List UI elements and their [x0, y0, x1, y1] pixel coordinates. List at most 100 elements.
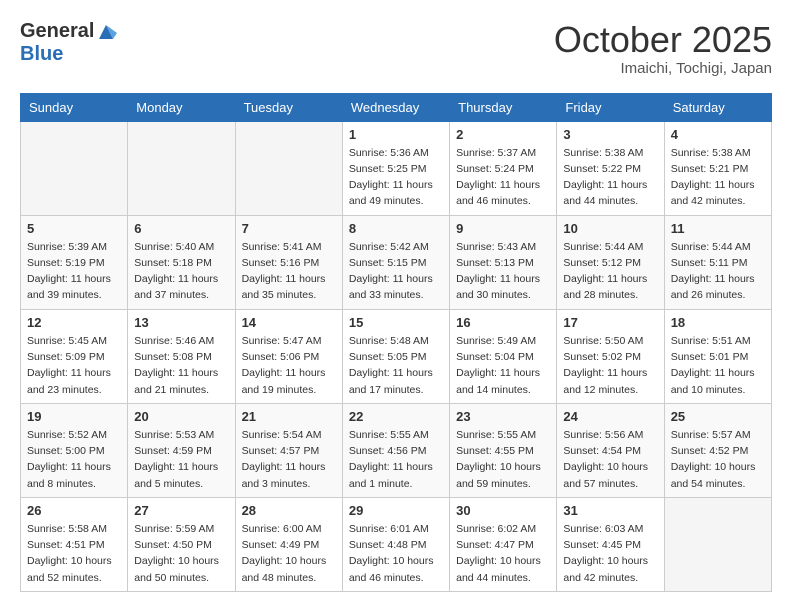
day-number: 29 — [349, 503, 443, 518]
calendar-week-4: 19 Sunrise: 5:52 AM Sunset: 5:00 PM Dayli… — [21, 403, 772, 497]
day-info: Sunrise: 5:55 AM Sunset: 4:56 PM Dayligh… — [349, 427, 443, 492]
day-info: Sunrise: 5:49 AM Sunset: 5:04 PM Dayligh… — [456, 333, 550, 398]
calendar-cell: 26 Sunrise: 5:58 AM Sunset: 4:51 PM Dayli… — [21, 497, 128, 591]
calendar-cell: 13 Sunrise: 5:46 AM Sunset: 5:08 PM Dayli… — [128, 309, 235, 403]
day-info: Sunrise: 5:44 AM Sunset: 5:11 PM Dayligh… — [671, 239, 765, 304]
day-info: Sunrise: 5:46 AM Sunset: 5:08 PM Dayligh… — [134, 333, 228, 398]
day-info: Sunrise: 5:40 AM Sunset: 5:18 PM Dayligh… — [134, 239, 228, 304]
day-info: Sunrise: 5:52 AM Sunset: 5:00 PM Dayligh… — [27, 427, 121, 492]
day-info: Sunrise: 5:45 AM Sunset: 5:09 PM Dayligh… — [27, 333, 121, 398]
calendar-cell: 10 Sunrise: 5:44 AM Sunset: 5:12 PM Dayli… — [557, 215, 664, 309]
day-info: Sunrise: 5:48 AM Sunset: 5:05 PM Dayligh… — [349, 333, 443, 398]
header-thursday: Thursday — [450, 93, 557, 121]
calendar-cell: 27 Sunrise: 5:59 AM Sunset: 4:50 PM Dayli… — [128, 497, 235, 591]
day-number: 28 — [242, 503, 336, 518]
calendar-cell: 7 Sunrise: 5:41 AM Sunset: 5:16 PM Daylig… — [235, 215, 342, 309]
day-number: 4 — [671, 127, 765, 142]
day-number: 25 — [671, 409, 765, 424]
calendar-cell: 8 Sunrise: 5:42 AM Sunset: 5:15 PM Daylig… — [342, 215, 449, 309]
header-saturday: Saturday — [664, 93, 771, 121]
header-monday: Monday — [128, 93, 235, 121]
day-info: Sunrise: 5:47 AM Sunset: 5:06 PM Dayligh… — [242, 333, 336, 398]
day-number: 5 — [27, 221, 121, 236]
day-number: 27 — [134, 503, 228, 518]
day-number: 18 — [671, 315, 765, 330]
header-friday: Friday — [557, 93, 664, 121]
header-tuesday: Tuesday — [235, 93, 342, 121]
day-info: Sunrise: 5:36 AM Sunset: 5:25 PM Dayligh… — [349, 145, 443, 210]
calendar-cell: 25 Sunrise: 5:57 AM Sunset: 4:52 PM Dayli… — [664, 403, 771, 497]
calendar-cell: 19 Sunrise: 5:52 AM Sunset: 5:00 PM Dayli… — [21, 403, 128, 497]
day-info: Sunrise: 5:53 AM Sunset: 4:59 PM Dayligh… — [134, 427, 228, 492]
month-title: October 2025 — [554, 20, 772, 60]
day-number: 26 — [27, 503, 121, 518]
calendar-header-row: SundayMondayTuesdayWednesdayThursdayFrid… — [21, 93, 772, 121]
logo-text: General — [20, 20, 117, 43]
location: Imaichi, Tochigi, Japan — [554, 60, 772, 77]
day-info: Sunrise: 6:00 AM Sunset: 4:49 PM Dayligh… — [242, 521, 336, 586]
day-number: 21 — [242, 409, 336, 424]
header-sunday: Sunday — [21, 93, 128, 121]
calendar-cell: 11 Sunrise: 5:44 AM Sunset: 5:11 PM Dayli… — [664, 215, 771, 309]
day-info: Sunrise: 5:43 AM Sunset: 5:13 PM Dayligh… — [456, 239, 550, 304]
day-number: 13 — [134, 315, 228, 330]
day-info: Sunrise: 5:37 AM Sunset: 5:24 PM Dayligh… — [456, 145, 550, 210]
day-number: 20 — [134, 409, 228, 424]
logo: General Blue — [20, 20, 117, 65]
calendar-cell: 22 Sunrise: 5:55 AM Sunset: 4:56 PM Dayli… — [342, 403, 449, 497]
calendar-week-5: 26 Sunrise: 5:58 AM Sunset: 4:51 PM Dayli… — [21, 497, 772, 591]
calendar-cell: 9Sunrise: 5:43 AM Sunset: 5:13 PM Daylig… — [450, 215, 557, 309]
day-number: 24 — [563, 409, 657, 424]
calendar-cell: 4Sunrise: 5:38 AM Sunset: 5:21 PM Daylig… — [664, 121, 771, 215]
day-info: Sunrise: 5:54 AM Sunset: 4:57 PM Dayligh… — [242, 427, 336, 492]
day-info: Sunrise: 5:42 AM Sunset: 5:15 PM Dayligh… — [349, 239, 443, 304]
day-number: 11 — [671, 221, 765, 236]
day-number: 1 — [349, 127, 443, 142]
calendar-cell: 20 Sunrise: 5:53 AM Sunset: 4:59 PM Dayli… — [128, 403, 235, 497]
day-info: Sunrise: 5:51 AM Sunset: 5:01 PM Dayligh… — [671, 333, 765, 398]
calendar-cell: 31 Sunrise: 6:03 AM Sunset: 4:45 PM Dayli… — [557, 497, 664, 591]
day-info: Sunrise: 5:41 AM Sunset: 5:16 PM Dayligh… — [242, 239, 336, 304]
day-info: Sunrise: 5:44 AM Sunset: 5:12 PM Dayligh… — [563, 239, 657, 304]
calendar-cell: 6Sunrise: 5:40 AM Sunset: 5:18 PM Daylig… — [128, 215, 235, 309]
calendar-cell: 1 Sunrise: 5:36 AM Sunset: 5:25 PM Daylig… — [342, 121, 449, 215]
day-number: 19 — [27, 409, 121, 424]
calendar-cell — [128, 121, 235, 215]
day-info: Sunrise: 5:38 AM Sunset: 5:22 PM Dayligh… — [563, 145, 657, 210]
day-number: 16 — [456, 315, 550, 330]
calendar-cell — [664, 497, 771, 591]
calendar-table: SundayMondayTuesdayWednesdayThursdayFrid… — [20, 93, 772, 592]
day-info: Sunrise: 5:59 AM Sunset: 4:50 PM Dayligh… — [134, 521, 228, 586]
day-info: Sunrise: 5:57 AM Sunset: 4:52 PM Dayligh… — [671, 427, 765, 492]
day-info: Sunrise: 6:01 AM Sunset: 4:48 PM Dayligh… — [349, 521, 443, 586]
day-info: Sunrise: 5:55 AM Sunset: 4:55 PM Dayligh… — [456, 427, 550, 492]
day-number: 10 — [563, 221, 657, 236]
calendar-cell: 14 Sunrise: 5:47 AM Sunset: 5:06 PM Dayli… — [235, 309, 342, 403]
calendar-cell: 3 Sunrise: 5:38 AM Sunset: 5:22 PM Daylig… — [557, 121, 664, 215]
day-number: 7 — [242, 221, 336, 236]
calendar-cell: 28 Sunrise: 6:00 AM Sunset: 4:49 PM Dayli… — [235, 497, 342, 591]
title-block: October 2025 Imaichi, Tochigi, Japan — [554, 20, 772, 77]
day-info: Sunrise: 6:02 AM Sunset: 4:47 PM Dayligh… — [456, 521, 550, 586]
day-number: 14 — [242, 315, 336, 330]
day-number: 17 — [563, 315, 657, 330]
header-wednesday: Wednesday — [342, 93, 449, 121]
calendar-cell: 24Sunrise: 5:56 AM Sunset: 4:54 PM Dayli… — [557, 403, 664, 497]
calendar-cell: 23 Sunrise: 5:55 AM Sunset: 4:55 PM Dayli… — [450, 403, 557, 497]
day-number: 22 — [349, 409, 443, 424]
calendar-week-3: 12Sunrise: 5:45 AM Sunset: 5:09 PM Dayli… — [21, 309, 772, 403]
day-info: Sunrise: 5:39 AM Sunset: 5:19 PM Dayligh… — [27, 239, 121, 304]
calendar-week-1: 1 Sunrise: 5:36 AM Sunset: 5:25 PM Daylig… — [21, 121, 772, 215]
day-number: 23 — [456, 409, 550, 424]
logo-blue: Blue — [20, 43, 117, 65]
day-info: Sunrise: 6:03 AM Sunset: 4:45 PM Dayligh… — [563, 521, 657, 586]
calendar-cell: 17Sunrise: 5:50 AM Sunset: 5:02 PM Dayli… — [557, 309, 664, 403]
day-number: 31 — [563, 503, 657, 518]
day-number: 30 — [456, 503, 550, 518]
calendar-cell — [235, 121, 342, 215]
day-number: 8 — [349, 221, 443, 236]
day-info: Sunrise: 5:58 AM Sunset: 4:51 PM Dayligh… — [27, 521, 121, 586]
calendar-cell: 21 Sunrise: 5:54 AM Sunset: 4:57 PM Dayli… — [235, 403, 342, 497]
day-number: 3 — [563, 127, 657, 142]
calendar-cell: 2Sunrise: 5:37 AM Sunset: 5:24 PM Daylig… — [450, 121, 557, 215]
